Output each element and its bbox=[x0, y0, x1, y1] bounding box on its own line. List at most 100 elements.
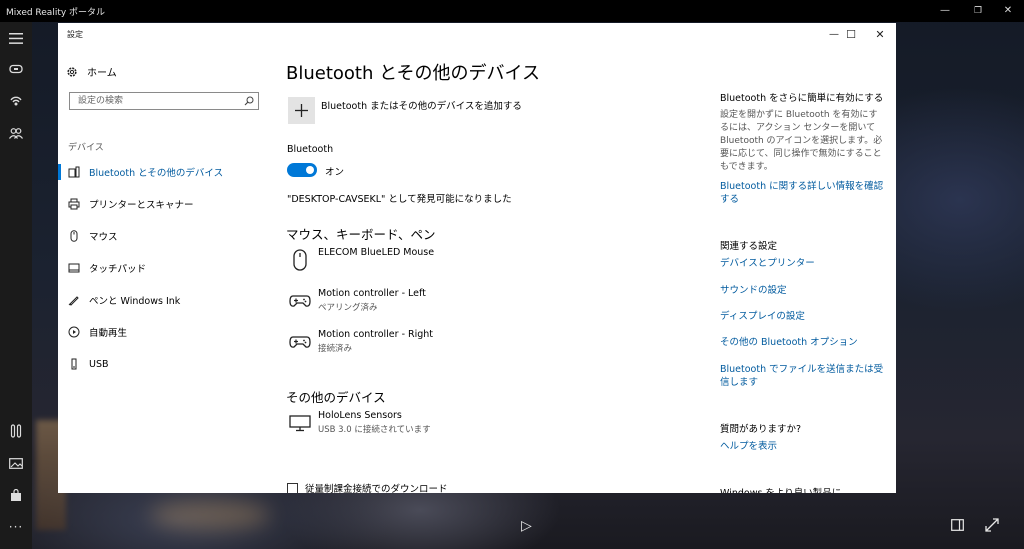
image-icon bbox=[9, 457, 23, 469]
nav-item-label: USB bbox=[89, 358, 109, 370]
monitor-icon bbox=[287, 410, 313, 436]
nav-item-touchpad[interactable]: タッチパッド bbox=[58, 255, 268, 281]
windowed-button[interactable] bbox=[951, 519, 964, 534]
more-button[interactable]: ··· bbox=[0, 513, 32, 541]
portal-restore-button[interactable]: ❐ bbox=[968, 3, 988, 19]
device-name: ELECOM BlueLED Mouse bbox=[318, 247, 435, 258]
nav-item-pen[interactable]: ペンと Windows Ink bbox=[58, 287, 268, 313]
device-name: HoloLens Sensors bbox=[318, 410, 402, 421]
settings-close-button[interactable]: ✕ bbox=[865, 25, 895, 43]
help-link[interactable]: ヘルプを表示 bbox=[720, 440, 885, 453]
metered-download-label: 従量制課金接続でのダウンロード bbox=[305, 484, 448, 493]
scene-light bbox=[150, 500, 270, 530]
device-status: ペアリング済み bbox=[318, 303, 378, 313]
bluetooth-devices-icon bbox=[68, 166, 88, 178]
bluetooth-toggle[interactable] bbox=[287, 163, 317, 177]
close-icon: ✕ bbox=[875, 27, 885, 41]
question-heading: 質問がありますか? bbox=[720, 424, 802, 435]
mouse-icon bbox=[287, 247, 313, 273]
maximize-icon: ☐ bbox=[846, 27, 856, 41]
touchpad-icon bbox=[68, 262, 88, 274]
nav-item-label: Bluetooth とその他のデバイス bbox=[89, 168, 224, 179]
store-button[interactable] bbox=[0, 481, 32, 509]
settings-search bbox=[69, 92, 259, 110]
nav-item-bluetooth[interactable]: Bluetooth とその他のデバイス bbox=[58, 159, 268, 185]
tip-heading: Bluetooth をさらに簡単に有効にする bbox=[720, 93, 884, 104]
related-link-devices-printers[interactable]: デバイスとプリンター bbox=[720, 257, 885, 270]
related-link-bluetooth-options[interactable]: その他の Bluetooth オプション bbox=[720, 336, 885, 349]
window-mode-icon bbox=[951, 519, 964, 531]
printer-icon bbox=[68, 198, 88, 210]
mouse-icon bbox=[68, 230, 88, 242]
metered-download-option[interactable]: 従量制課金接続でのダウンロード bbox=[287, 481, 448, 493]
related-link-display[interactable]: ディスプレイの設定 bbox=[720, 310, 885, 323]
headset-icon bbox=[9, 64, 23, 74]
add-device-button[interactable] bbox=[288, 97, 315, 124]
plus-icon bbox=[295, 104, 308, 117]
related-link-bluetooth-file-transfer[interactable]: Bluetooth でファイルを送信または受信します bbox=[720, 363, 885, 389]
device-status: USB 3.0 に接続されています bbox=[318, 425, 431, 435]
broadcast-button[interactable] bbox=[0, 87, 32, 115]
portal-title: Mixed Reality ポータル bbox=[6, 8, 106, 18]
portal-titlebar: Mixed Reality ポータル — ❐ ✕ bbox=[0, 0, 1024, 22]
settings-window: 設定 — ☐ ✕ ホーム デバイス Bluetooth とその他のデバイス プリ… bbox=[58, 23, 896, 493]
headset-button[interactable] bbox=[0, 55, 32, 83]
nav-item-label: ペンと Windows Ink bbox=[89, 296, 181, 307]
toggle-knob bbox=[306, 166, 314, 174]
discoverable-text: "DESKTOP-CAVSEKL" として発見可能になりました bbox=[287, 194, 512, 205]
other-devices-heading: その他のデバイス bbox=[286, 390, 386, 405]
play-button[interactable]: ▷ bbox=[521, 518, 532, 534]
bluetooth-info-link[interactable]: Bluetooth に関する詳しい情報を確認する bbox=[720, 180, 885, 206]
fullscreen-button[interactable] bbox=[985, 518, 999, 535]
controller-button[interactable] bbox=[0, 417, 32, 445]
device-name: Motion controller - Right bbox=[318, 329, 434, 340]
portal-minimize-button[interactable]: — bbox=[935, 3, 955, 19]
page-title: Bluetooth とその他のデバイス bbox=[286, 63, 541, 84]
nav-home[interactable]: ホーム bbox=[66, 64, 117, 79]
related-link-sound[interactable]: サウンドの設定 bbox=[720, 284, 885, 297]
search-input[interactable] bbox=[70, 93, 240, 109]
controller-icon bbox=[10, 424, 22, 438]
settings-window-title: 設定 bbox=[67, 30, 83, 39]
usb-icon bbox=[68, 358, 88, 370]
nav-item-autoplay[interactable]: 自動再生 bbox=[58, 319, 268, 345]
toggle-state-label: オン bbox=[325, 167, 345, 178]
nav-item-label: プリンターとスキャナー bbox=[89, 200, 194, 211]
gamepad-icon bbox=[287, 329, 313, 355]
gear-icon bbox=[67, 66, 77, 77]
tip-text: 設定を開かずに Bluetooth を有効にするには、アクション センターを開い… bbox=[720, 110, 883, 172]
people-button[interactable] bbox=[0, 119, 32, 147]
nav-item-mouse[interactable]: マウス bbox=[58, 223, 268, 249]
nav-item-label: マウス bbox=[89, 232, 118, 243]
autoplay-icon bbox=[68, 326, 88, 338]
store-icon bbox=[11, 488, 21, 501]
more-icon: ··· bbox=[8, 520, 24, 534]
photos-button[interactable] bbox=[0, 449, 32, 477]
broadcast-icon bbox=[10, 96, 22, 106]
nav-item-printers[interactable]: プリンターとスキャナー bbox=[58, 191, 268, 217]
metered-download-checkbox[interactable] bbox=[287, 482, 298, 493]
play-icon: ▷ bbox=[521, 518, 532, 534]
device-status: 接続済み bbox=[318, 344, 353, 354]
feedback-heading: Windows をより良い製品に bbox=[720, 485, 841, 493]
menu-icon bbox=[9, 32, 23, 44]
nav-item-label: 自動再生 bbox=[89, 328, 128, 339]
expand-icon bbox=[985, 518, 999, 532]
add-device-label[interactable]: Bluetooth またはその他のデバイスを追加する bbox=[321, 98, 522, 112]
device-name: Motion controller - Left bbox=[318, 288, 426, 299]
related-settings-heading: 関連する設定 bbox=[720, 241, 778, 252]
menu-button[interactable] bbox=[0, 24, 32, 52]
portal-side-rail: ··· bbox=[0, 22, 32, 549]
nav-item-usb[interactable]: USB bbox=[58, 351, 268, 377]
search-icon[interactable] bbox=[244, 96, 254, 106]
pen-icon bbox=[68, 294, 88, 306]
bluetooth-label: Bluetooth bbox=[287, 144, 334, 155]
settings-maximize-button[interactable]: ☐ bbox=[836, 25, 866, 43]
mouse-keyboard-pen-heading: マウス、キーボード、ペン bbox=[286, 227, 436, 242]
nav-home-label: ホーム bbox=[87, 68, 117, 79]
nav-section-label: デバイス bbox=[68, 143, 104, 153]
people-icon bbox=[9, 128, 23, 139]
nav-item-label: タッチパッド bbox=[89, 264, 147, 275]
gamepad-icon bbox=[287, 288, 313, 314]
portal-close-button[interactable]: ✕ bbox=[998, 3, 1018, 19]
